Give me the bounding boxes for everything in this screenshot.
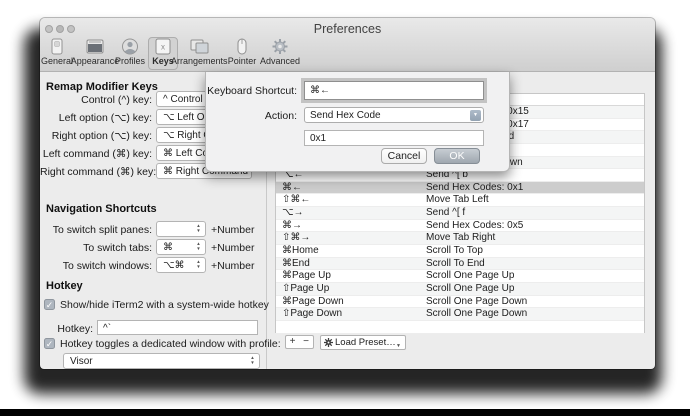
table-row[interactable]: ⌘Page DownScroll One Page Down bbox=[276, 296, 644, 309]
remove-mapping-button[interactable]: − bbox=[299, 335, 314, 349]
load-preset-popup[interactable]: Load Preset… ▼ bbox=[320, 335, 406, 350]
table-row[interactable]: ⌘HomeScroll To Top bbox=[276, 245, 644, 258]
mouse-icon bbox=[231, 38, 253, 55]
gear-icon bbox=[269, 38, 291, 55]
plus-number-text: +Number bbox=[211, 242, 254, 254]
table-row[interactable]: ⌘Page UpScroll One Page Up bbox=[276, 270, 644, 283]
chevron-down-icon: ▼ bbox=[396, 340, 401, 353]
right-command-key-label: Right command (⌘) key: bbox=[40, 166, 152, 178]
ok-button[interactable]: OK bbox=[434, 148, 480, 164]
switch-windows-label: To switch windows: bbox=[40, 260, 152, 272]
dedicated-window-label: Hotkey toggles a dedicated window with p… bbox=[60, 338, 281, 350]
stepper-arrows-icon: ▲▼ bbox=[248, 355, 257, 365]
show-hide-hotkey-label: Show/hide iTerm2 with a system-wide hotk… bbox=[60, 299, 269, 311]
stepper-arrows-icon: ▲▼ bbox=[194, 241, 203, 251]
load-preset-label: Load Preset… bbox=[335, 337, 396, 348]
plus-number-text: +Number bbox=[211, 224, 254, 236]
plus-number-text: +Number bbox=[211, 260, 254, 272]
stepper-arrows-icon: ▲▼ bbox=[194, 259, 203, 269]
light-switch-icon bbox=[46, 38, 68, 55]
toolbar-tab-advanced[interactable]: Advanced bbox=[252, 37, 308, 71]
table-row[interactable]: ⌥→Send ^[ f bbox=[276, 207, 644, 220]
stepper-arrows-icon: ▲▼ bbox=[194, 223, 203, 233]
action-label: Action: bbox=[265, 110, 297, 122]
table-row[interactable]: ⌘→Send Hex Codes: 0x5 bbox=[276, 220, 644, 233]
left-command-key-label: Left command (⌘) key: bbox=[40, 148, 152, 160]
keyboard-shortcut-label: Keyboard Shortcut: bbox=[207, 85, 297, 97]
action-popup[interactable]: Send Hex Code ▼ bbox=[304, 107, 484, 123]
table-row[interactable]: ⌘EndScroll To End bbox=[276, 258, 644, 271]
hotkey-field[interactable]: ^` bbox=[97, 320, 258, 335]
switch-split-panes-popup[interactable]: ▲▼ bbox=[156, 221, 206, 237]
right-option-key-label: Right option (⌥) key: bbox=[40, 130, 152, 142]
preferences-window: Preferences General Appearance Profiles … bbox=[40, 18, 655, 369]
cancel-button[interactable]: Cancel bbox=[381, 148, 427, 164]
table-row[interactable]: ⇧⌘→Move Tab Right bbox=[276, 232, 644, 245]
svg-text:x: x bbox=[161, 43, 165, 52]
table-row[interactable]: ⇧⌘←Move Tab Left bbox=[276, 194, 644, 207]
hotkey-field-label: Hotkey: bbox=[40, 323, 93, 335]
switch-windows-popup[interactable]: ⌥⌘ ▲▼ bbox=[156, 257, 206, 273]
window-chrome: Preferences General Appearance Profiles … bbox=[40, 18, 655, 72]
table-row[interactable]: ⇧Page DownScroll One Page Down bbox=[276, 308, 644, 321]
hex-code-input[interactable]: 0x1 bbox=[304, 130, 484, 146]
switch-tabs-popup[interactable]: ⌘ ▲▼ bbox=[156, 239, 206, 255]
table-row[interactable]: ⇧Page UpScroll One Page Up bbox=[276, 283, 644, 296]
keyboard-shortcut-input[interactable]: ⌘← bbox=[304, 81, 484, 100]
show-hide-hotkey-checkbox[interactable]: ✓ bbox=[44, 299, 55, 310]
section-heading-remap: Remap Modifier Keys bbox=[46, 81, 158, 93]
table-row-selected[interactable]: ⌘←Send Hex Codes: 0x1 bbox=[276, 182, 644, 195]
background-bottom-band bbox=[0, 409, 690, 416]
toolbar-label: Advanced bbox=[252, 56, 308, 66]
windows-icon bbox=[188, 38, 210, 55]
table-row[interactable] bbox=[276, 321, 644, 334]
section-heading-hotkey: Hotkey bbox=[46, 280, 83, 292]
section-heading-navigation: Navigation Shortcuts bbox=[46, 203, 157, 215]
profile-popup[interactable]: Visor ▲▼ bbox=[63, 353, 260, 369]
control-key-label: Control (^) key: bbox=[40, 94, 152, 106]
gear-icon bbox=[324, 338, 333, 347]
popup-chevron-icon: ▼ bbox=[470, 110, 481, 121]
add-mapping-button[interactable]: + bbox=[285, 335, 300, 349]
switch-tabs-label: To switch tabs: bbox=[40, 242, 152, 254]
dedicated-window-checkbox[interactable]: ✓ bbox=[44, 338, 55, 349]
window-title: Preferences bbox=[40, 22, 655, 36]
switch-split-panes-label: To switch split panes: bbox=[40, 224, 152, 236]
left-option-key-label: Left option (⌥) key: bbox=[40, 112, 152, 124]
edit-shortcut-sheet: Keyboard Shortcut: ⌘← Action: Send Hex C… bbox=[205, 72, 510, 172]
